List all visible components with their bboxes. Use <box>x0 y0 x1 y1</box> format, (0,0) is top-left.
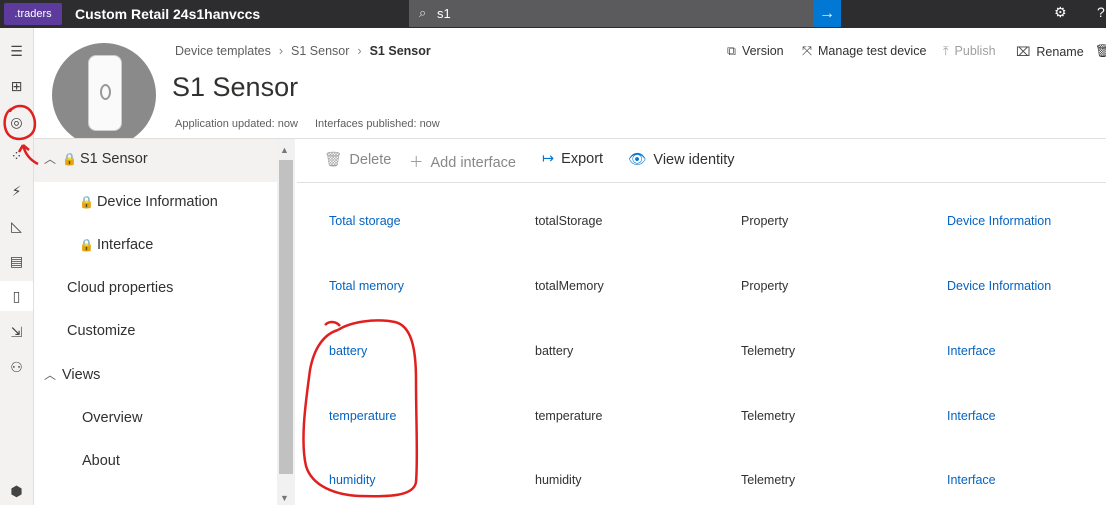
capability-name: totalMemory <box>535 279 604 293</box>
chevron-up-icon[interactable]: ︿ <box>44 150 62 167</box>
devices-icon[interactable]: ◎ <box>0 107 33 137</box>
table-row: Total storage totalStorage Property Devi… <box>297 206 1106 236</box>
dashboard-icon[interactable]: ⊞ <box>0 71 33 101</box>
iot-central-icon[interactable]: ⬢ <box>0 476 33 505</box>
app-title[interactable]: Custom Retail 24s1hanvccs <box>75 0 260 28</box>
top-bar: .traders Custom Retail 24s1hanvccs ⌕ → ⚙… <box>0 0 1106 28</box>
capability-display-name[interactable]: Total storage <box>329 214 401 228</box>
view-identity-button[interactable]: 👁 View identity <box>628 151 735 168</box>
page-title: S1 Sensor <box>172 72 299 102</box>
delete-template-icon[interactable]: 🗑 <box>1095 44 1106 59</box>
table-row: humidity humidity Telemetry Interface <box>297 465 1106 495</box>
search-icon: ⌕ <box>419 5 427 20</box>
capability-display-name[interactable]: battery <box>329 344 367 358</box>
tree-item-interface[interactable]: 🔒 Interface <box>79 237 153 253</box>
eye-icon: 👁 <box>628 152 647 168</box>
capability-interface[interactable]: Interface <box>947 409 996 423</box>
breadcrumb-template[interactable]: S1 Sensor <box>291 44 349 58</box>
upload-icon: ⤒ <box>943 44 949 58</box>
capability-name: temperature <box>535 409 603 423</box>
version-button[interactable]: ⧉ Version <box>727 44 784 59</box>
analytics-icon[interactable]: ◺ <box>0 211 33 241</box>
export-button[interactable]: ↦ Export <box>542 151 603 167</box>
chevron-right-icon: › <box>357 44 362 58</box>
delete-button[interactable]: 🗑 Delete <box>324 151 391 168</box>
capability-interface[interactable]: Device Information <box>947 279 1051 293</box>
rules-icon[interactable]: ⚡ <box>0 176 33 206</box>
hamburger-icon[interactable]: ☰ <box>0 36 33 66</box>
tree-scrollbar-thumb[interactable] <box>279 160 293 474</box>
device-image <box>52 43 156 147</box>
capability-type: Telemetry <box>741 344 796 358</box>
search-box[interactable]: ⌕ <box>409 0 813 27</box>
capability-type: Property <box>741 279 789 293</box>
capabilities-toolbar: 🗑 Delete ＋ Add interface ↦ Export 👁 View ide… <box>297 139 1106 183</box>
capability-type: Telemetry <box>741 409 796 423</box>
administration-icon[interactable]: ⚇ <box>0 352 33 382</box>
capability-display-name[interactable]: temperature <box>329 409 396 423</box>
capability-name: battery <box>535 344 574 358</box>
chevron-right-icon: › <box>278 44 284 58</box>
chevron-up-icon[interactable]: ︿ <box>44 366 62 383</box>
tree-item-device-information[interactable]: 🔒 Device Information <box>79 194 218 210</box>
arrow-right-icon: → <box>819 5 835 22</box>
table-row: battery battery Telemetry Interface <box>297 336 1106 366</box>
capability-interface[interactable]: Interface <box>947 473 996 487</box>
capability-name: totalStorage <box>535 214 603 228</box>
version-icon: ⧉ <box>727 44 736 58</box>
gear-icon[interactable]: ⚙ <box>1054 4 1067 21</box>
add-interface-button[interactable]: ＋ Add interface <box>409 151 516 172</box>
lock-icon: 🔒 <box>79 238 94 252</box>
manage-test-device-button[interactable]: ⤧ Manage test device <box>802 44 926 59</box>
device-templates-icon[interactable]: ▯ <box>0 281 33 311</box>
plus-icon: ＋ <box>409 155 424 171</box>
lock-icon: 🔒 <box>62 152 77 166</box>
tree-item-cloud-properties[interactable]: Cloud properties <box>67 280 173 296</box>
tree-item-root[interactable]: ︿ 🔒 S1 Sensor <box>34 139 277 182</box>
rename-button[interactable]: ⌧ Rename <box>1016 44 1084 59</box>
capability-interface[interactable]: Interface <box>947 344 996 358</box>
capability-interface[interactable]: Device Information <box>947 214 1051 228</box>
table-row: Total memory totalMemory Property Device… <box>297 271 1106 301</box>
publish-button[interactable]: ⤒ Publish <box>943 44 996 59</box>
capability-type: Telemetry <box>741 473 796 487</box>
tree-item-views[interactable]: ︿ Views <box>44 366 100 383</box>
app-updated-status: Application updated: now <box>175 118 298 130</box>
tree-item-overview[interactable]: Overview <box>82 410 142 426</box>
trash-icon: 🗑 <box>324 152 343 168</box>
help-button[interactable]: ? <box>1097 4 1105 20</box>
breadcrumb: Device templates › S1 Sensor › S1 Sensor <box>175 44 431 58</box>
breadcrumb-current: S1 Sensor <box>369 44 431 58</box>
device-groups-icon[interactable]: ⁘ <box>0 141 33 171</box>
lock-icon: 🔒 <box>79 195 94 209</box>
search-input[interactable] <box>437 0 797 27</box>
capability-name: humidity <box>535 473 582 487</box>
tree-item-about[interactable]: About <box>82 453 120 469</box>
capability-display-name[interactable]: humidity <box>329 473 376 487</box>
scroll-down-icon[interactable]: ▼ <box>280 493 289 503</box>
app-logo[interactable]: .traders <box>4 3 62 25</box>
tree-item-customize[interactable]: Customize <box>67 323 136 339</box>
jobs-icon[interactable]: ▤ <box>0 246 33 276</box>
template-tree: ︿ 🔒 S1 Sensor 🔒 Device Information 🔒 Interfa… <box>34 139 277 505</box>
interfaces-published-status: Interfaces published: now <box>315 118 440 130</box>
breadcrumb-device-templates[interactable]: Device templates <box>175 44 271 58</box>
export-icon: ↦ <box>542 151 555 167</box>
rename-icon: ⌧ <box>1016 45 1031 59</box>
scroll-up-icon[interactable]: ▲ <box>280 145 289 155</box>
manage-device-icon: ⤧ <box>802 44 813 58</box>
data-export-icon[interactable]: ⇲ <box>0 317 33 347</box>
left-nav-rail: ☰ ⊞ ◎ ⁘ ⚡ ◺ ▤ ▯ ⇲ ⚇ ⬢ <box>0 28 34 505</box>
search-submit-button[interactable]: → <box>813 0 841 27</box>
table-row: temperature temperature Telemetry Interf… <box>297 401 1106 431</box>
capability-display-name[interactable]: Total memory <box>329 279 404 293</box>
capability-type: Property <box>741 214 789 228</box>
